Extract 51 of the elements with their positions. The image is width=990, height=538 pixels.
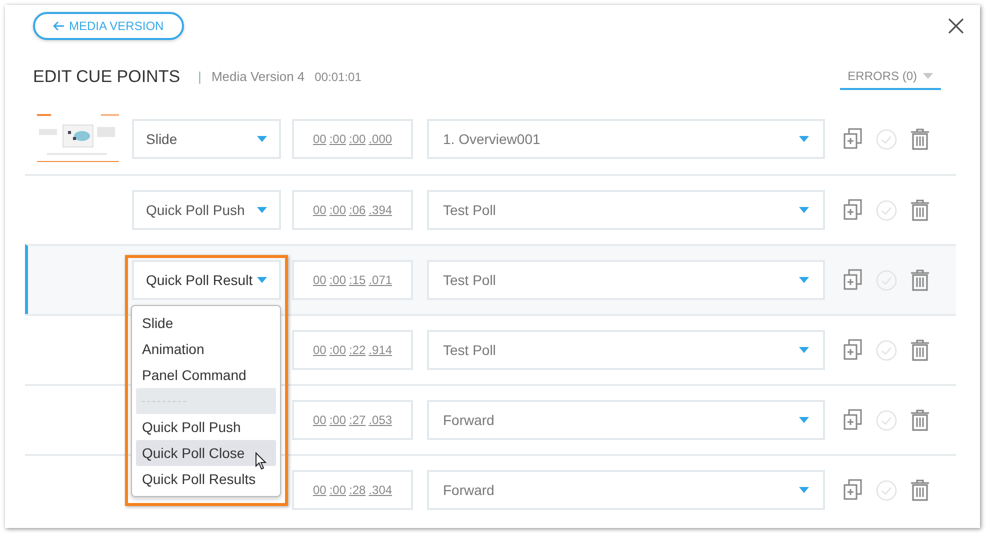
time-segment[interactable]: 00 xyxy=(312,481,326,499)
menu-item[interactable]: Quick Poll Push xyxy=(136,414,276,440)
cue-row[interactable]: Quick Poll Push 00 :00 :06 .394 Test Poll xyxy=(25,174,956,244)
time-segment[interactable]: :27 xyxy=(349,411,366,429)
time-segment[interactable]: .000 xyxy=(368,130,392,148)
time-segment[interactable]: :00 xyxy=(329,481,346,499)
time-segment[interactable]: :00 xyxy=(329,271,346,289)
time-segment[interactable]: .071 xyxy=(368,271,392,289)
target-select[interactable]: Forward xyxy=(427,470,825,510)
time-segment[interactable]: :06 xyxy=(349,201,366,219)
time-field[interactable]: 00 :00 :27 .053 xyxy=(292,400,413,440)
type-select[interactable]: Quick Poll Result xyxy=(132,260,281,300)
time-field[interactable]: 00 :00 :15 .071 xyxy=(292,260,413,300)
time-segment[interactable]: .304 xyxy=(368,481,392,499)
time-segment[interactable]: .394 xyxy=(368,201,392,219)
menu-item[interactable]: Quick Poll Results xyxy=(136,466,276,492)
cue-row[interactable]: Quick Poll Result 00 :00 :15 .071 Test Poll xyxy=(25,244,956,314)
errors-tab[interactable]: ERRORS (0) xyxy=(840,64,941,90)
target-select[interactable]: Test Poll xyxy=(427,190,825,230)
time-segment[interactable]: .914 xyxy=(368,341,392,359)
target-select[interactable]: Forward xyxy=(427,400,825,440)
type-select[interactable]: Quick Poll Push xyxy=(132,190,281,230)
time-field[interactable]: 00 :00 :28 .304 xyxy=(292,470,413,510)
time-segment[interactable]: :15 xyxy=(349,271,366,289)
time-segment[interactable]: 00 xyxy=(312,341,326,359)
page-title: EDIT CUE POINTS xyxy=(33,66,180,88)
time-segment[interactable]: 00 xyxy=(312,271,326,289)
time-segment[interactable]: :00 xyxy=(329,411,346,429)
time-field[interactable]: 00 :00 :06 .394 xyxy=(292,190,413,230)
back-button[interactable]: MEDIA VERSION xyxy=(33,12,184,40)
target-select[interactable]: 1. Overview001 xyxy=(427,119,825,159)
time-segment[interactable]: :28 xyxy=(349,481,366,499)
cue-row[interactable]: Slide 00 :00 :00 .000 1. Overview001 xyxy=(25,104,956,174)
time-segment[interactable]: :00 xyxy=(329,201,346,219)
time-segment[interactable]: :22 xyxy=(349,341,366,359)
duration: 00:01:01 xyxy=(314,69,362,86)
time-segment[interactable]: :00 xyxy=(329,130,346,148)
time-field[interactable]: 00 :00 :22 .914 xyxy=(292,330,413,370)
time-segment[interactable]: :00 xyxy=(329,341,346,359)
time-field[interactable]: 00 :00 :00 .000 xyxy=(292,119,413,159)
menu-item[interactable]: Animation xyxy=(136,336,276,362)
time-segment[interactable]: 00 xyxy=(312,411,326,429)
time-segment[interactable]: 00 xyxy=(312,130,326,148)
time-segment[interactable]: :00 xyxy=(349,130,366,148)
target-select[interactable]: Test Poll xyxy=(427,330,825,370)
time-segment[interactable]: .053 xyxy=(368,411,392,429)
target-select[interactable]: Test Poll xyxy=(427,260,825,300)
title-separator: | xyxy=(198,68,202,86)
type-select[interactable]: Slide xyxy=(132,119,281,159)
media-version: Media Version 4 xyxy=(211,68,305,86)
time-segment[interactable]: 00 xyxy=(312,201,326,219)
